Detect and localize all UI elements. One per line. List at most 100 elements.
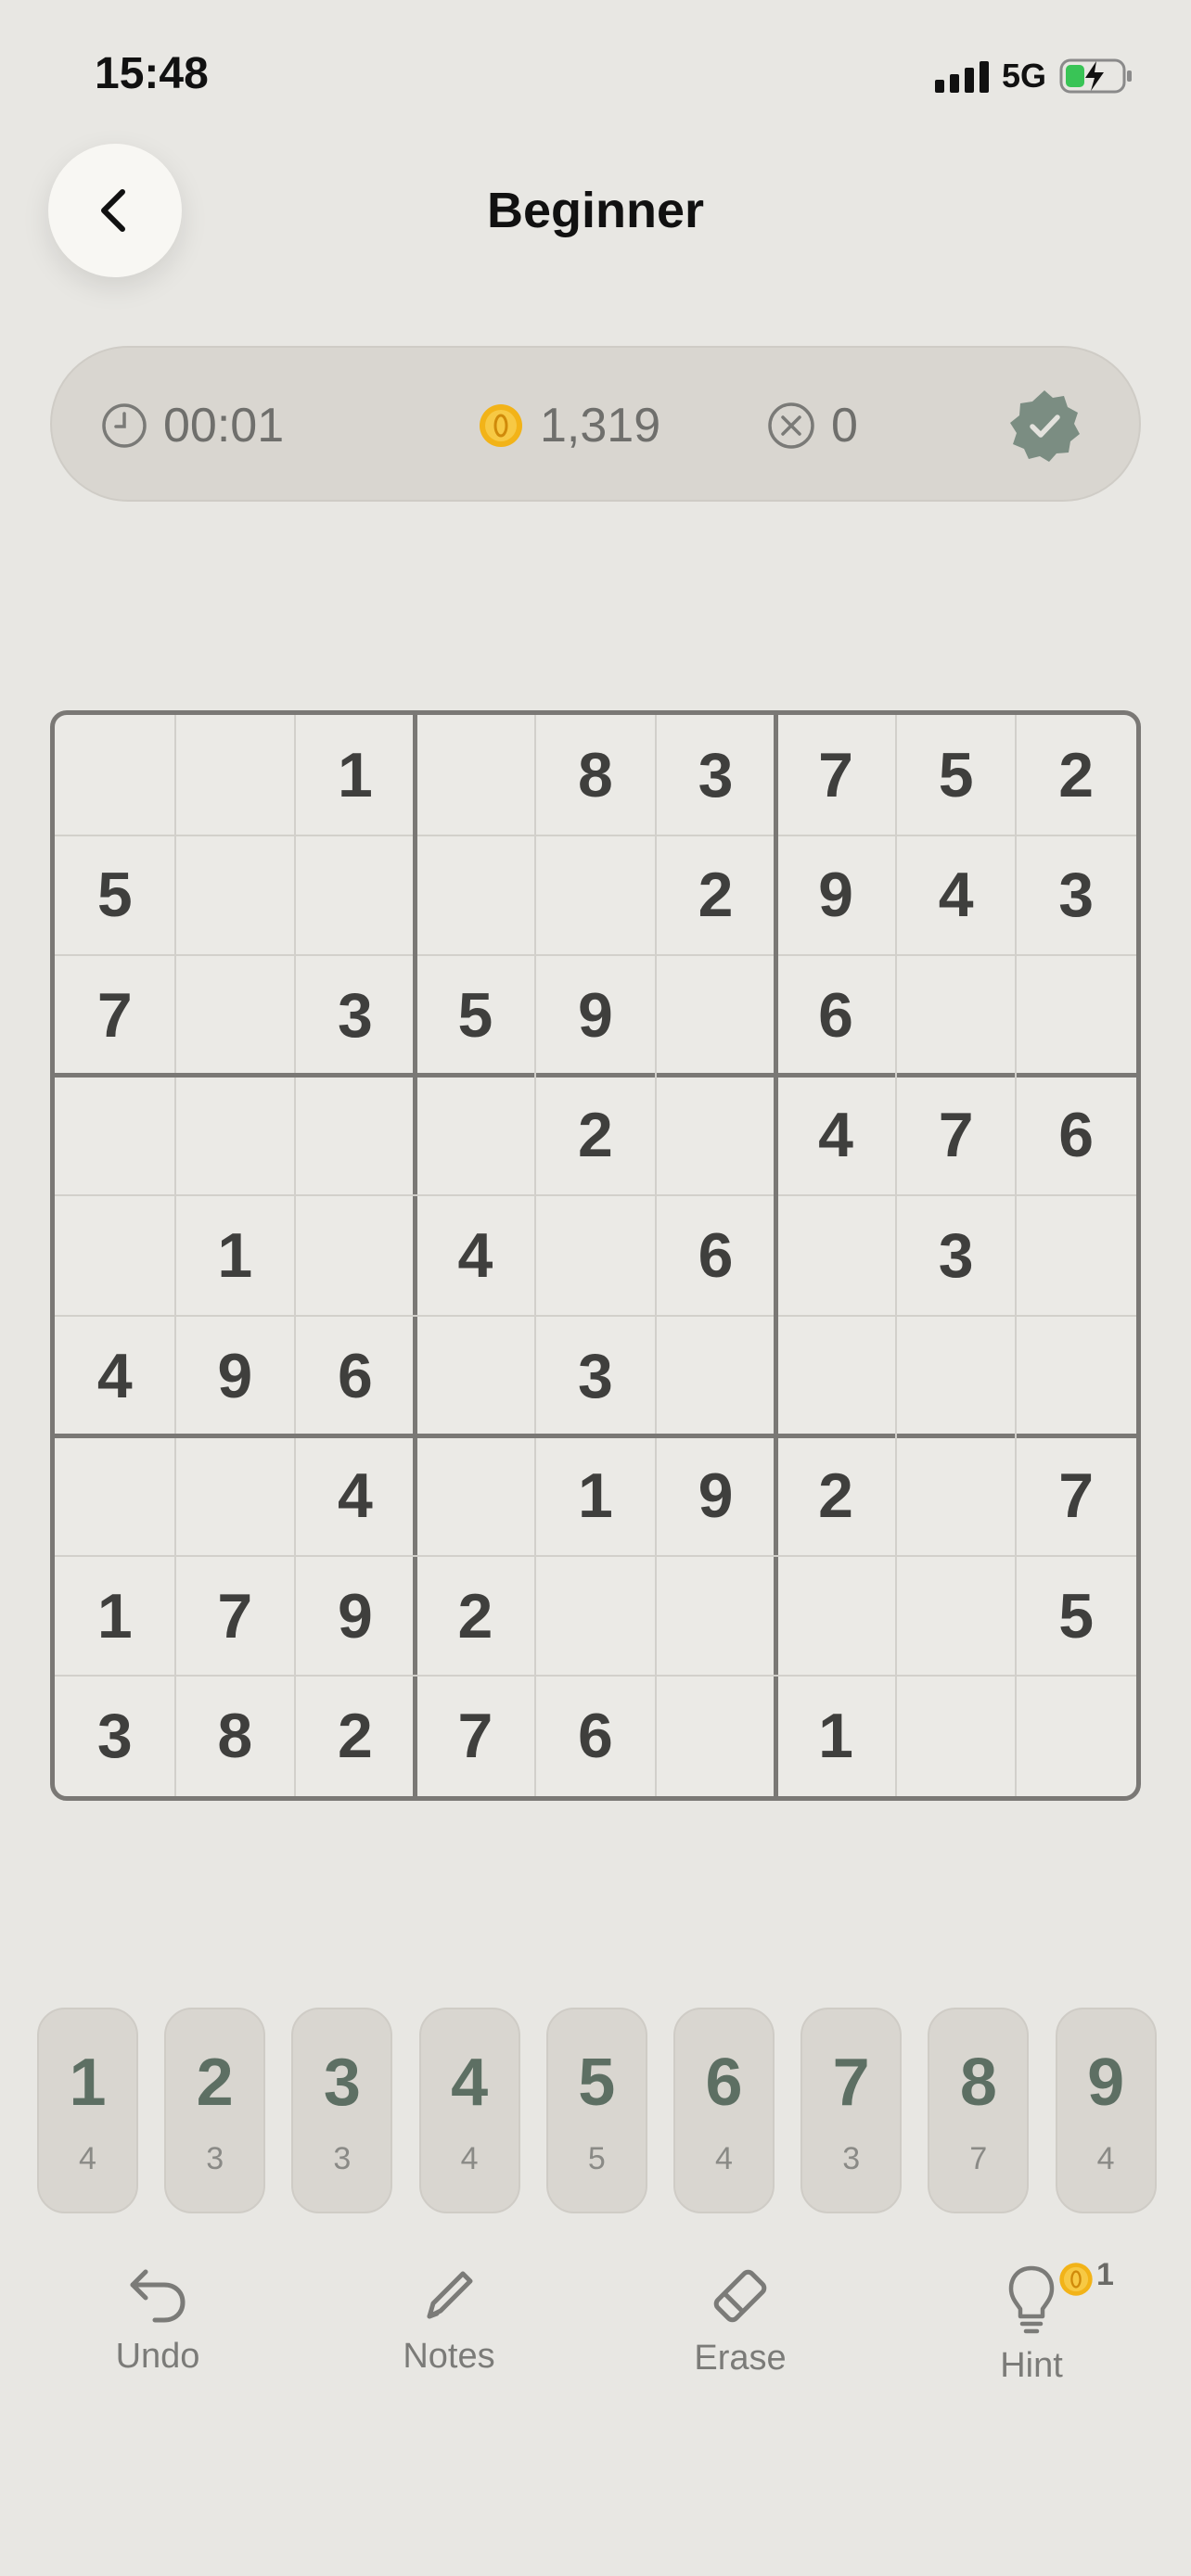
number-button-7[interactable]: 73 bbox=[800, 2008, 903, 2213]
number-button-8[interactable]: 87 bbox=[928, 2008, 1030, 2213]
sudoku-cell-r5-c2[interactable]: 1 bbox=[175, 1195, 296, 1316]
number-button-6[interactable]: 64 bbox=[673, 2008, 775, 2213]
sudoku-cell-r6-c6[interactable] bbox=[656, 1316, 776, 1436]
sudoku-cell-r3-c9[interactable] bbox=[1016, 955, 1136, 1076]
number-button-9[interactable]: 94 bbox=[1055, 2008, 1157, 2213]
number-remaining-count: 3 bbox=[333, 2141, 352, 2176]
sudoku-cell-r7-c8[interactable] bbox=[896, 1435, 1017, 1556]
sudoku-cell-r8-c2[interactable]: 7 bbox=[175, 1556, 296, 1677]
sudoku-cell-r5-c1[interactable] bbox=[55, 1195, 175, 1316]
sudoku-cell-r1-c1[interactable] bbox=[55, 715, 175, 835]
sudoku-cell-r9-c7[interactable]: 1 bbox=[775, 1676, 896, 1796]
sudoku-cell-r2-c7[interactable]: 9 bbox=[775, 835, 896, 956]
sudoku-cell-r6-c1[interactable]: 4 bbox=[55, 1316, 175, 1436]
sudoku-cell-r9-c4[interactable]: 7 bbox=[416, 1676, 536, 1796]
sudoku-cell-r1-c2[interactable] bbox=[175, 715, 296, 835]
sudoku-cell-r3-c3[interactable]: 3 bbox=[295, 955, 416, 1076]
sudoku-cell-r7-c4[interactable] bbox=[416, 1435, 536, 1556]
sudoku-cell-r4-c9[interactable]: 6 bbox=[1016, 1076, 1136, 1196]
sudoku-cell-r5-c6[interactable]: 6 bbox=[656, 1195, 776, 1316]
sudoku-cell-r9-c5[interactable]: 6 bbox=[535, 1676, 656, 1796]
sudoku-cell-r3-c1[interactable]: 7 bbox=[55, 955, 175, 1076]
sudoku-cell-r6-c7[interactable] bbox=[775, 1316, 896, 1436]
sudoku-cell-r9-c9[interactable] bbox=[1016, 1676, 1136, 1796]
sudoku-cell-r3-c2[interactable] bbox=[175, 955, 296, 1076]
sudoku-cell-r1-c5[interactable]: 8 bbox=[535, 715, 656, 835]
sudoku-cell-r1-c9[interactable]: 2 bbox=[1016, 715, 1136, 835]
sudoku-cell-r5-c3[interactable] bbox=[295, 1195, 416, 1316]
sudoku-cell-r2-c2[interactable] bbox=[175, 835, 296, 956]
sudoku-cell-r2-c8[interactable]: 4 bbox=[896, 835, 1017, 956]
sudoku-cell-r1-c8[interactable]: 5 bbox=[896, 715, 1017, 835]
sudoku-cell-r3-c6[interactable] bbox=[656, 955, 776, 1076]
sudoku-cell-r2-c5[interactable] bbox=[535, 835, 656, 956]
sudoku-cell-r6-c4[interactable] bbox=[416, 1316, 536, 1436]
grid-line-vertical bbox=[1015, 715, 1018, 1796]
sudoku-cell-r4-c6[interactable] bbox=[656, 1076, 776, 1196]
sudoku-cell-r9-c3[interactable]: 2 bbox=[295, 1676, 416, 1796]
sudoku-cell-r8-c6[interactable] bbox=[656, 1556, 776, 1677]
undo-button[interactable]: Undo bbox=[65, 2263, 250, 2377]
sudoku-cell-r4-c8[interactable]: 7 bbox=[896, 1076, 1017, 1196]
sudoku-cell-r6-c2[interactable]: 9 bbox=[175, 1316, 296, 1436]
notes-button[interactable]: Notes bbox=[356, 2263, 542, 2377]
sudoku-cell-r2-c3[interactable] bbox=[295, 835, 416, 956]
sudoku-cell-r9-c6[interactable] bbox=[656, 1676, 776, 1796]
number-button-3[interactable]: 33 bbox=[291, 2008, 393, 2213]
sudoku-cell-r6-c5[interactable]: 3 bbox=[535, 1316, 656, 1436]
sudoku-cell-r2-c6[interactable]: 2 bbox=[656, 835, 776, 956]
sudoku-cell-r9-c2[interactable]: 8 bbox=[175, 1676, 296, 1796]
sudoku-cell-r2-c4[interactable] bbox=[416, 835, 536, 956]
sudoku-cell-r2-c9[interactable]: 3 bbox=[1016, 835, 1136, 956]
verified-badge-icon[interactable] bbox=[1005, 387, 1083, 465]
sudoku-cell-r6-c3[interactable]: 6 bbox=[295, 1316, 416, 1436]
number-button-1[interactable]: 14 bbox=[37, 2008, 138, 2213]
sudoku-cell-r3-c4[interactable]: 5 bbox=[416, 955, 536, 1076]
sudoku-cell-r1-c3[interactable]: 1 bbox=[295, 715, 416, 835]
sudoku-cell-r4-c4[interactable] bbox=[416, 1076, 536, 1196]
sudoku-cell-r1-c7[interactable]: 7 bbox=[775, 715, 896, 835]
sudoku-cell-r4-c5[interactable]: 2 bbox=[535, 1076, 656, 1196]
sudoku-cell-r5-c4[interactable]: 4 bbox=[416, 1195, 536, 1316]
sudoku-cell-r5-c8[interactable]: 3 bbox=[896, 1195, 1017, 1316]
sudoku-cell-r7-c9[interactable]: 7 bbox=[1016, 1435, 1136, 1556]
erase-button[interactable]: Erase bbox=[647, 2263, 833, 2378]
sudoku-cell-r7-c3[interactable]: 4 bbox=[295, 1435, 416, 1556]
number-button-2[interactable]: 23 bbox=[164, 2008, 266, 2213]
sudoku-cell-r1-c4[interactable] bbox=[416, 715, 536, 835]
sudoku-cell-r8-c3[interactable]: 9 bbox=[295, 1556, 416, 1677]
sudoku-cell-r5-c7[interactable] bbox=[775, 1195, 896, 1316]
sudoku-cell-r8-c5[interactable] bbox=[535, 1556, 656, 1677]
sudoku-cell-r5-c5[interactable] bbox=[535, 1195, 656, 1316]
sudoku-cell-r8-c1[interactable]: 1 bbox=[55, 1556, 175, 1677]
sudoku-cell-r5-c9[interactable] bbox=[1016, 1195, 1136, 1316]
sudoku-cell-r3-c7[interactable]: 6 bbox=[775, 955, 896, 1076]
sudoku-cell-r8-c4[interactable]: 2 bbox=[416, 1556, 536, 1677]
number-remaining-count: 3 bbox=[842, 2141, 861, 2176]
sudoku-cell-r2-c1[interactable]: 5 bbox=[55, 835, 175, 956]
sudoku-cell-r4-c3[interactable] bbox=[295, 1076, 416, 1196]
sudoku-cell-r7-c6[interactable]: 9 bbox=[656, 1435, 776, 1556]
sudoku-cell-r3-c8[interactable] bbox=[896, 955, 1017, 1076]
sudoku-cell-r9-c1[interactable]: 3 bbox=[55, 1676, 175, 1796]
sudoku-cell-r6-c8[interactable] bbox=[896, 1316, 1017, 1436]
number-button-5[interactable]: 55 bbox=[545, 2008, 647, 2213]
sudoku-cell-r7-c7[interactable]: 2 bbox=[775, 1435, 896, 1556]
sudoku-cell-r7-c2[interactable] bbox=[175, 1435, 296, 1556]
sudoku-cell-r7-c5[interactable]: 1 bbox=[535, 1435, 656, 1556]
timer-value: 00:01 bbox=[163, 399, 285, 453]
sudoku-cell-r6-c9[interactable] bbox=[1016, 1316, 1136, 1436]
sudoku-cell-r4-c7[interactable]: 4 bbox=[775, 1076, 896, 1196]
grid-line-horizontal bbox=[55, 1314, 1136, 1317]
sudoku-cell-r8-c9[interactable]: 5 bbox=[1016, 1556, 1136, 1677]
sudoku-cell-r7-c1[interactable] bbox=[55, 1435, 175, 1556]
number-button-4[interactable]: 44 bbox=[418, 2008, 520, 2213]
sudoku-cell-r8-c7[interactable] bbox=[775, 1556, 896, 1677]
sudoku-cell-r4-c1[interactable] bbox=[55, 1076, 175, 1196]
sudoku-cell-r4-c2[interactable] bbox=[175, 1076, 296, 1196]
sudoku-cell-r9-c8[interactable] bbox=[896, 1676, 1017, 1796]
sudoku-cell-r1-c6[interactable]: 3 bbox=[656, 715, 776, 835]
sudoku-cell-r3-c5[interactable]: 9 bbox=[535, 955, 656, 1076]
hint-button[interactable]: 1 Hint bbox=[939, 2257, 1124, 2386]
sudoku-cell-r8-c8[interactable] bbox=[896, 1556, 1017, 1677]
